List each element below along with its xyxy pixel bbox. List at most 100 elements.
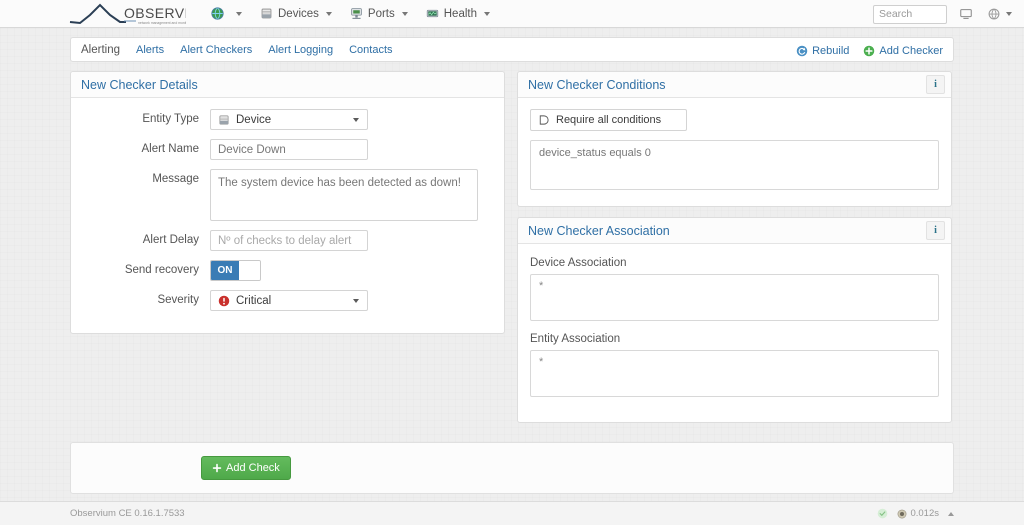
- svg-text:OBSERVIUM: OBSERVIUM: [124, 5, 186, 21]
- details-panel-header: New Checker Details: [71, 72, 504, 98]
- condition-shape-icon: [539, 115, 549, 125]
- entity-type-value: Device: [236, 113, 272, 126]
- device-rack-icon: [261, 8, 272, 19]
- alert-name-input[interactable]: [210, 139, 368, 160]
- entity-association-textarea[interactable]: [530, 350, 939, 397]
- rebuild-refresh-icon: [796, 45, 808, 56]
- add-checker-label: Add Checker: [879, 44, 943, 57]
- subnav-link-alert-logging[interactable]: Alert Logging: [268, 44, 333, 56]
- subnav-actions: Rebuild Add Checker: [796, 38, 943, 63]
- form-row-send-recovery: Send recovery ON: [83, 260, 492, 281]
- device-association-textarea[interactable]: [530, 274, 939, 321]
- device-rack-icon: [219, 115, 229, 124]
- health-chart-icon: [426, 9, 438, 18]
- chevron-down-icon: [325, 11, 332, 16]
- entity-type-label: Entity Type: [142, 113, 199, 125]
- scroll-to-top-icon[interactable]: [948, 511, 954, 516]
- device-association-block: Device Association: [530, 257, 939, 324]
- subnav-link-alert-checkers[interactable]: Alert Checkers: [180, 44, 252, 56]
- submit-panel: Add Check: [70, 442, 954, 494]
- add-checker-button[interactable]: Add Checker: [863, 45, 943, 57]
- send-recovery-label: Send recovery: [124, 264, 199, 276]
- chevron-down-icon: [236, 11, 242, 16]
- subnav-link-alerts[interactable]: Alerts: [136, 44, 164, 56]
- svg-text:network management and monitor: network management and monitoring: [138, 21, 186, 25]
- details-panel-body: Entity Type Device Alert Name Device Dow…: [71, 98, 504, 333]
- nav-item-ports-label: Ports: [367, 7, 395, 20]
- status-ok-icon: [878, 508, 888, 519]
- send-recovery-toggle-knob: [239, 261, 260, 280]
- nav-item-globe[interactable]: [202, 3, 251, 24]
- form-row-alert-name: Alert Name: [83, 139, 492, 160]
- form-columns: New Checker Details Entity Type Device A…: [70, 71, 954, 433]
- alert-delay-input[interactable]: [210, 230, 368, 251]
- details-panel-title: New Checker Details: [81, 77, 198, 92]
- entity-association-block: Entity Association: [530, 333, 939, 400]
- chevron-down-icon: [484, 11, 490, 16]
- observium-logo-mark: OBSERVIUM network management and monitor…: [69, 3, 186, 25]
- severity-label: Severity: [157, 294, 199, 306]
- settings-menu-button[interactable]: [985, 5, 1014, 23]
- top-navbar: OBSERVIUM network management and monitor…: [0, 0, 1024, 28]
- console-monitor-icon: [960, 9, 972, 19]
- conditions-panel-header: New Checker Conditions i: [518, 72, 951, 98]
- subnav-title: Alerting: [81, 43, 120, 56]
- chevron-down-icon: [401, 11, 408, 16]
- association-panel-title: New Checker Association: [528, 223, 670, 238]
- severity-value: Critical: [236, 294, 272, 307]
- message-label: Message: [152, 173, 199, 185]
- entity-association-label: Entity Association: [530, 333, 621, 345]
- conditions-panel-body: Require all conditions: [518, 98, 951, 206]
- conditions-panel-title: New Checker Conditions: [528, 77, 666, 92]
- nav-item-health[interactable]: Health: [417, 3, 499, 24]
- association-panel-header: New Checker Association i: [518, 218, 951, 244]
- nav-item-devices[interactable]: Devices: [251, 3, 341, 24]
- conditions-textarea[interactable]: [530, 140, 939, 190]
- info-icon: i: [934, 79, 937, 90]
- send-recovery-toggle[interactable]: ON: [210, 260, 261, 281]
- footer-status-group: 0.012s: [877, 508, 954, 519]
- clock-icon: [898, 509, 907, 518]
- chevron-down-icon: [353, 117, 359, 122]
- device-association-label: Device Association: [530, 257, 627, 269]
- entity-type-dropdown[interactable]: Device: [210, 109, 368, 130]
- footer-load-time: 0.012s: [910, 508, 939, 519]
- send-recovery-toggle-state: ON: [211, 261, 239, 280]
- navbar-right-group: [873, 0, 1014, 28]
- nav-item-ports[interactable]: Ports: [341, 3, 417, 24]
- load-time-group: 0.012s: [897, 508, 939, 519]
- add-check-label: Add Check: [226, 462, 280, 474]
- form-row-severity: Severity Critical: [83, 290, 492, 311]
- require-conditions-dropdown[interactable]: Require all conditions: [530, 109, 687, 131]
- observium-logo[interactable]: OBSERVIUM network management and monitor…: [68, 2, 186, 26]
- severity-dropdown[interactable]: Critical: [210, 290, 368, 311]
- alerting-subnav: Alerting Alerts Alert Checkers Alert Log…: [70, 37, 954, 62]
- nav-item-health-label: Health: [443, 7, 477, 20]
- association-info-button[interactable]: i: [926, 221, 945, 240]
- left-column: New Checker Details Entity Type Device A…: [70, 71, 505, 344]
- new-checker-conditions-panel: New Checker Conditions i Require all con…: [517, 71, 952, 207]
- add-check-button[interactable]: Add Check: [201, 456, 291, 480]
- message-textarea[interactable]: [210, 169, 478, 221]
- info-icon: i: [934, 225, 937, 236]
- form-row-message: Message: [83, 169, 492, 221]
- critical-alert-icon: [218, 295, 230, 306]
- nav-item-devices-label: Devices: [278, 7, 319, 20]
- new-checker-association-panel: New Checker Association i Device Associa…: [517, 217, 952, 423]
- page-content: Alerting Alerts Alert Checkers Alert Log…: [0, 28, 1024, 494]
- add-plus-circle-icon: [864, 45, 875, 56]
- console-button[interactable]: [957, 5, 975, 23]
- chevron-down-icon: [353, 298, 359, 303]
- plus-icon: [212, 463, 222, 473]
- rebuild-button[interactable]: Rebuild: [796, 45, 849, 57]
- footer-version: Observium CE 0.16.1.7533: [70, 508, 185, 519]
- rebuild-label: Rebuild: [812, 44, 850, 57]
- require-conditions-value: Require all conditions: [556, 114, 662, 126]
- conditions-info-button[interactable]: i: [926, 75, 945, 94]
- search-input[interactable]: [873, 4, 947, 24]
- globe-icon: [211, 7, 224, 20]
- form-row-alert-delay: Alert Delay: [83, 230, 492, 251]
- right-column: New Checker Conditions i Require all con…: [517, 71, 952, 433]
- page-footer: Observium CE 0.16.1.7533 0.012s: [0, 501, 1024, 525]
- subnav-link-contacts[interactable]: Contacts: [349, 44, 392, 56]
